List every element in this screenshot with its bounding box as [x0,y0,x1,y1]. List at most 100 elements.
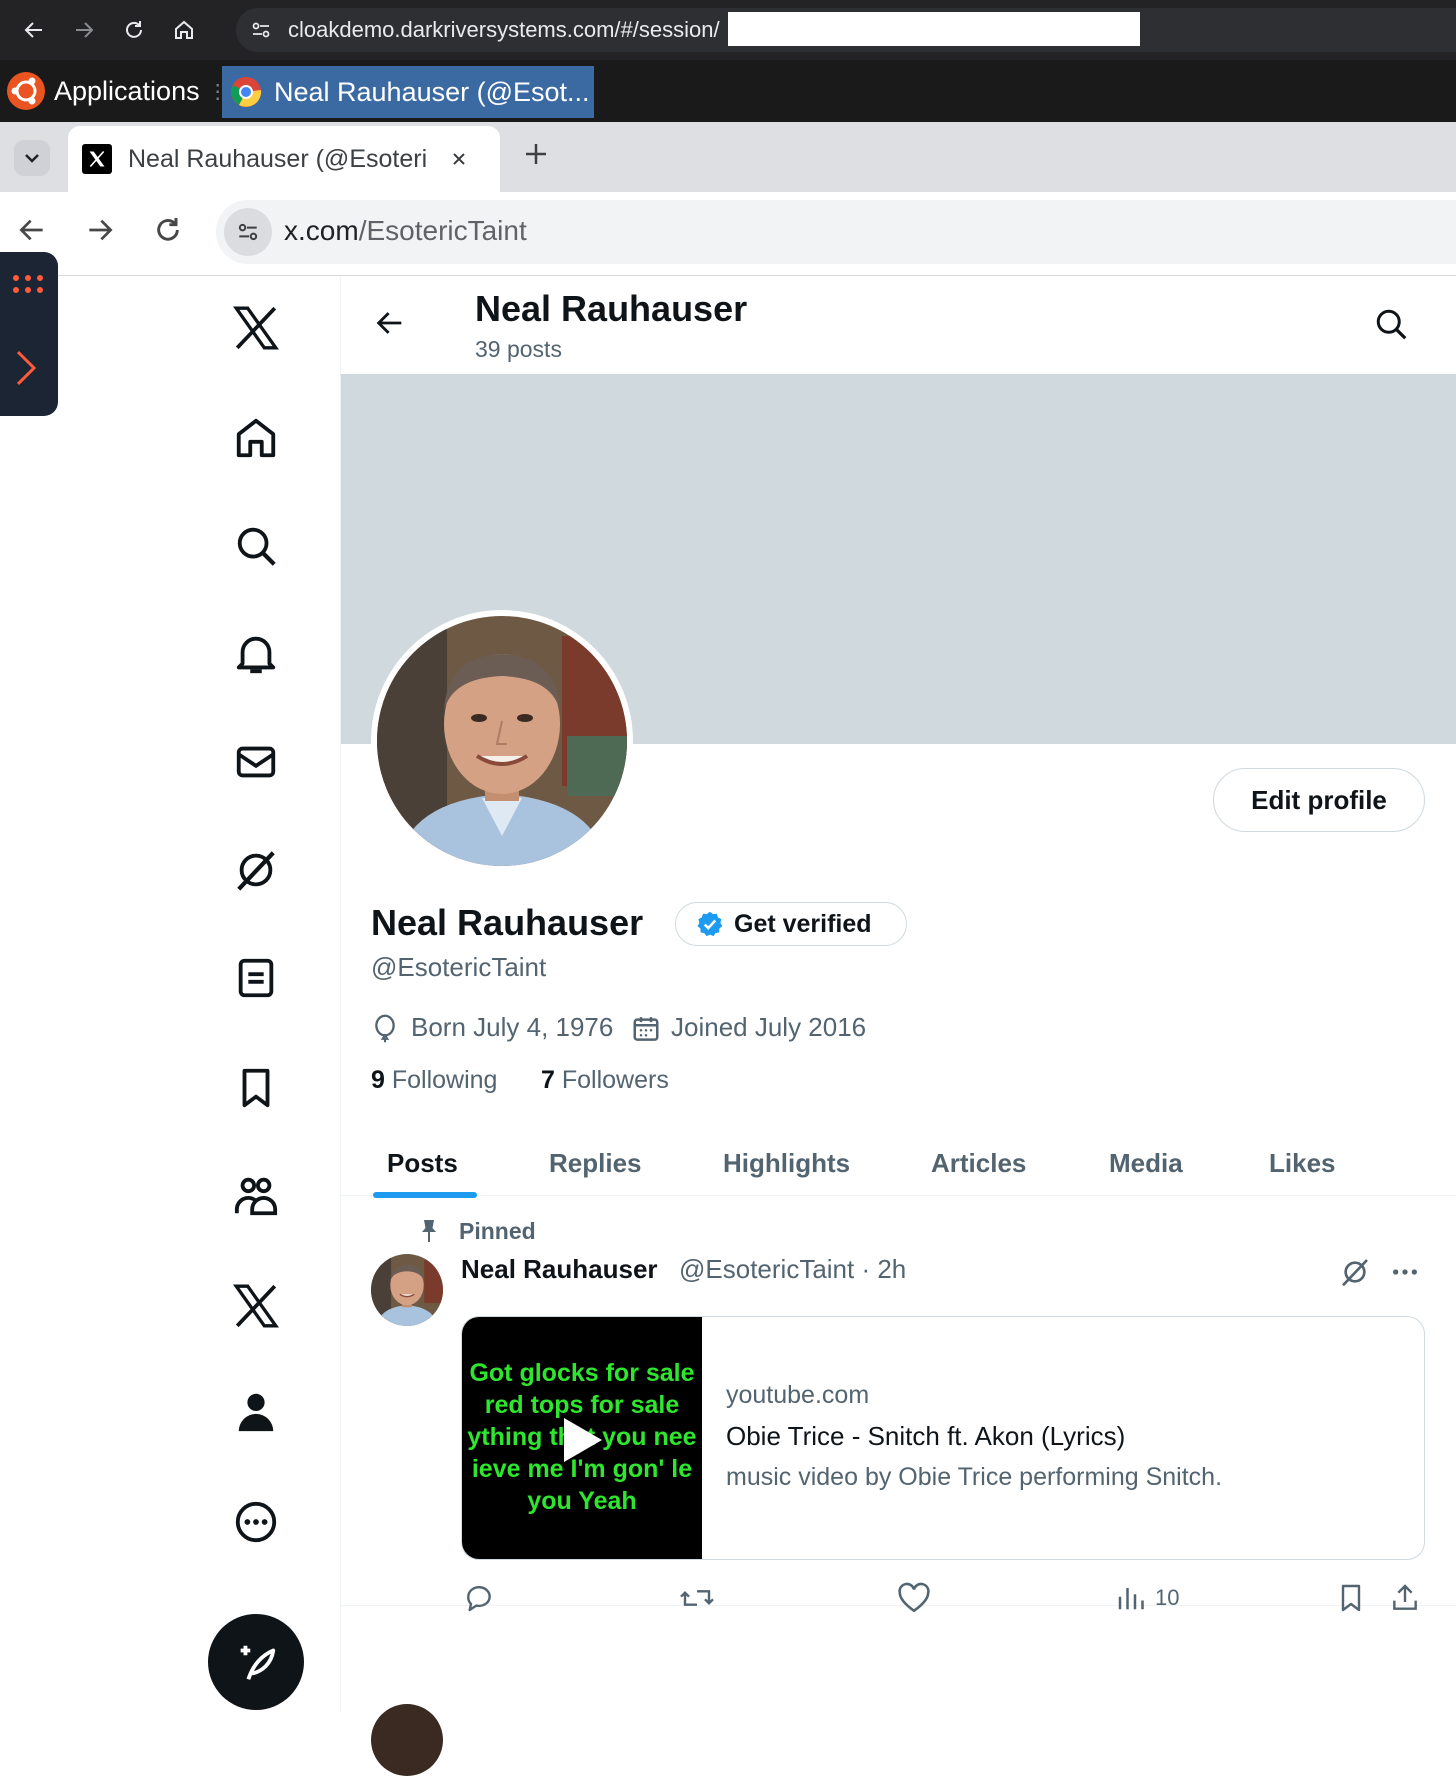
outer-browser-toolbar: cloakdemo.darkriversystems.com/#/session… [0,0,1456,60]
tab-replies[interactable]: Replies [549,1148,642,1179]
outer-url-bar[interactable]: cloakdemo.darkriversystems.com/#/session… [236,8,1456,52]
tab-media[interactable]: Media [1109,1148,1183,1179]
ubuntu-logo-icon [6,71,46,111]
repost-icon[interactable] [679,1582,715,1614]
taskbar-window-title: Neal Rauhauser (@Esot... [274,76,590,107]
following-label: Following [391,1066,498,1094]
post-meta[interactable]: @EsotericTaint · 2h [679,1254,906,1285]
lyric-line: you Yeah [527,1487,637,1515]
followers-label: Followers [561,1066,669,1094]
browser-tab[interactable]: Neal Rauhauser (@EsotericTaint) / X [68,126,500,192]
views-bar-chart-icon [1118,1588,1144,1610]
compose-feather-icon [240,1645,276,1680]
url-path: /EsotericTaint [358,215,527,246]
tab-strip: Neal Rauhauser (@EsotericTaint) / X [0,122,1456,192]
get-verified-button[interactable]: Get verified [675,902,907,946]
x-favicon-icon [82,144,112,174]
grok-icon[interactable] [226,840,286,900]
outer-url-text[interactable]: cloakdemo.darkriversystems.com/#/session… [288,17,720,43]
chrome-logo-icon [230,76,262,108]
home-icon[interactable] [226,408,286,468]
lists-icon[interactable] [226,948,286,1008]
followers-link[interactable]: 7 Followers [541,1066,669,1095]
pinned-post[interactable]: Pinned Neal Rauhauser @EsotericTaint · 2… [341,1196,1456,1613]
views-count: 10 [1155,1585,1180,1610]
site-info-icon[interactable] [224,208,272,256]
explore-search-icon[interactable] [226,516,286,576]
play-icon[interactable] [560,1415,604,1465]
url-redaction [728,12,1140,46]
card-description: music video by Obie Trice performing Sni… [726,1463,1223,1491]
more-options-icon[interactable] [226,1492,286,1552]
outer-home-icon[interactable] [166,12,202,48]
header-post-count: 39 posts [475,336,562,362]
profile-name: Neal Rauhauser [371,902,644,943]
views-stat[interactable]: 10 [1115,1582,1179,1614]
url-text[interactable]: x.com/EsotericTaint [284,215,527,247]
tab-likes[interactable]: Likes [1269,1148,1336,1179]
next-post-avatar[interactable] [371,1704,443,1776]
url-host: x.com [284,215,359,246]
card-title: Obie Trice - Snitch ft. Akon (Lyrics) [726,1421,1126,1451]
communities-icon[interactable] [226,1166,286,1226]
taskbar-chrome-window[interactable]: Neal Rauhauser (@Esot... [222,66,594,118]
post-more-icon[interactable] [1389,1256,1421,1288]
calendar-icon [631,1014,661,1044]
reload-icon[interactable] [152,214,184,246]
address-toolbar: x.com/EsotericTaint [0,192,1456,276]
back-arrow-icon[interactable] [373,306,407,340]
messages-envelope-icon[interactable] [226,732,286,792]
lyric-line: Got glocks for sale [469,1359,695,1387]
applications-label: Applications [54,75,200,106]
outer-back-icon[interactable] [16,12,52,48]
share-icon[interactable] [1389,1582,1421,1614]
back-icon[interactable] [16,214,48,246]
following-count: 9 [371,1066,385,1094]
verified-badge-icon [697,911,723,937]
card-domain: youtube.com [726,1381,870,1409]
tab-title: Neal Rauhauser (@EsotericTaint) / X [128,144,428,173]
birth-date: Born July 4, 1976 [411,1012,614,1042]
desktop-taskbar: Applications ⋮ Neal Rauhauser (@Esot... [0,60,1456,122]
get-verified-label: Get verified [734,909,872,938]
applications-menu[interactable]: Applications ⋮ [6,69,228,113]
header-name: Neal Rauhauser [475,288,748,329]
bookmark-icon[interactable] [1335,1582,1367,1614]
pinned-label: Pinned [459,1218,536,1244]
premium-x-icon[interactable] [226,1276,286,1336]
notifications-bell-icon[interactable] [226,624,286,684]
tab-highlights[interactable]: Highlights [723,1148,850,1179]
like-heart-icon[interactable] [897,1582,931,1614]
post-author-avatar[interactable] [371,1254,443,1326]
close-tab-icon[interactable] [450,150,468,168]
bookmarks-icon[interactable] [226,1058,286,1118]
following-link[interactable]: 9 Following [371,1066,497,1095]
outer-reload-icon[interactable] [116,12,152,48]
profile-tabs: Posts Replies Highlights Articles Media … [341,1116,1456,1198]
tab-articles[interactable]: Articles [931,1148,1026,1179]
link-preview-card[interactable]: Got glocks for sale red tops for sale yt… [461,1316,1425,1560]
session-side-drawer[interactable] [0,252,58,416]
outer-forward-icon[interactable] [66,12,102,48]
x-logo-icon[interactable] [226,298,286,358]
search-icon[interactable] [1373,306,1409,342]
reply-icon[interactable] [463,1582,495,1614]
edit-profile-button[interactable]: Edit profile [1213,768,1425,832]
profile-avatar[interactable] [371,610,633,872]
chevron-right-icon[interactable] [14,348,38,388]
video-thumbnail[interactable]: Got glocks for sale red tops for sale yt… [462,1317,702,1559]
joined-date: Joined July 2016 [671,1012,867,1042]
post-author-name[interactable]: Neal Rauhauser [461,1254,658,1285]
compose-post-button[interactable] [208,1614,304,1710]
birthday-balloon-icon [371,1014,399,1044]
grok-explain-icon[interactable] [1339,1256,1371,1288]
forward-icon[interactable] [84,214,116,246]
site-settings-icon[interactable] [250,19,272,41]
omnibox[interactable]: x.com/EsotericTaint [216,200,1456,264]
tab-search-button[interactable] [14,140,50,176]
new-tab-icon[interactable] [522,140,550,168]
tab-posts[interactable]: Posts [387,1148,458,1179]
profile-main-column: Neal Rauhauser 39 posts Edit profile Nea… [340,276,1456,1776]
profile-person-icon[interactable] [226,1382,286,1442]
apps-grid-icon[interactable] [12,274,48,294]
